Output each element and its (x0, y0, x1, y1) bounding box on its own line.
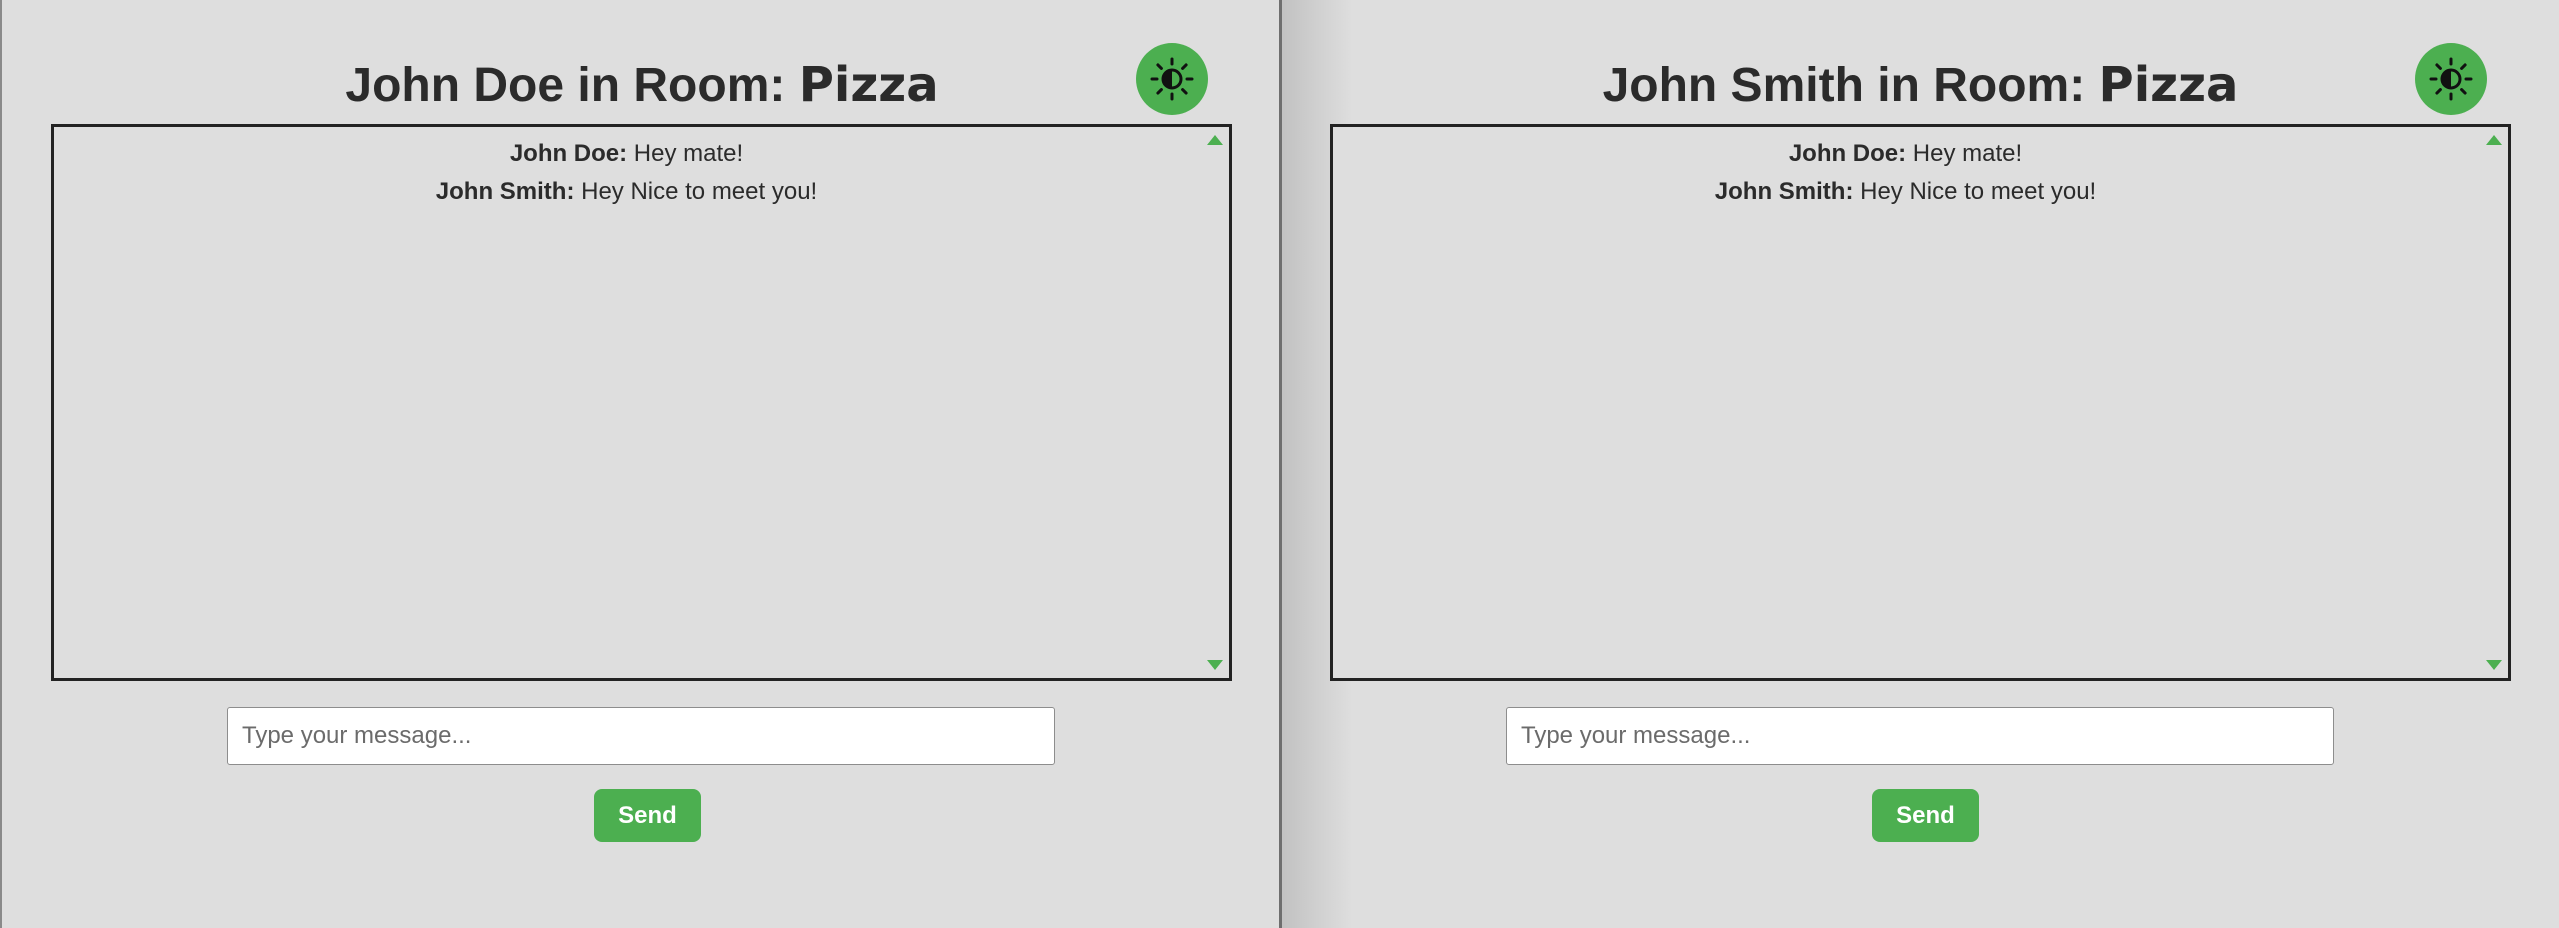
message-text: Hey Nice to meet you! (574, 178, 818, 205)
theme-toggle-button[interactable] (2415, 43, 2487, 115)
user-name: John Doe (345, 59, 565, 112)
contrast-sun-icon (1150, 57, 1194, 101)
scroll-down-arrow-icon[interactable] (2486, 660, 2502, 670)
message-sender: John Doe: (509, 140, 628, 167)
message-sender: John Doe: (1788, 140, 1907, 167)
message-list[interactable]: John Doe: Hey mate! John Smith: Hey Nice… (51, 124, 1232, 681)
send-button[interactable]: Send (594, 789, 701, 842)
user-name: John Smith (1602, 59, 1864, 112)
message-text: Hey Nice to meet you! (1853, 178, 2097, 205)
chat-pane-right: John Smith in Room: Pizza John Doe: Hey … (1282, 0, 2559, 928)
message-text: Hey mate! (1906, 140, 2023, 167)
contrast-sun-icon (2429, 57, 2473, 101)
message-item: John Doe: Hey mate! (1333, 135, 2478, 173)
chat-app-screen: John Doe in Room: Pizza John Doe: Hey ma… (0, 0, 2559, 928)
message-sender: John Smith: (435, 178, 575, 205)
message-list[interactable]: John Doe: Hey mate! John Smith: Hey Nice… (1330, 124, 2511, 681)
message-item: John Smith: Hey Nice to meet you! (1333, 173, 2478, 211)
page-title: John Doe in Room: Pizza (2, 52, 1282, 119)
room-prefix: in Room: (1863, 59, 2099, 112)
room-name: Pizza (2098, 57, 2239, 113)
messages-container: John Doe: Hey mate! John Smith: Hey Nice… (54, 135, 1199, 211)
room-prefix: in Room: (564, 59, 799, 112)
scroll-up-arrow-icon[interactable] (1207, 135, 1223, 145)
messages-container: John Doe: Hey mate! John Smith: Hey Nice… (1333, 135, 2478, 211)
scroll-up-arrow-icon[interactable] (2486, 135, 2502, 145)
message-input[interactable] (227, 707, 1055, 765)
room-name: Pizza (798, 57, 939, 113)
chat-pane-left: John Doe in Room: Pizza John Doe: Hey ma… (0, 0, 1280, 928)
message-item: John Doe: Hey mate! (54, 135, 1199, 173)
page-title: John Smith in Room: Pizza (1282, 52, 2559, 119)
scroll-down-arrow-icon[interactable] (1207, 660, 1223, 670)
message-sender: John Smith: (1714, 178, 1854, 205)
message-input[interactable] (1506, 707, 2334, 765)
message-item: John Smith: Hey Nice to meet you! (54, 173, 1199, 211)
theme-toggle-button[interactable] (1136, 43, 1208, 115)
message-text: Hey mate! (627, 140, 744, 167)
send-button[interactable]: Send (1872, 789, 1979, 842)
